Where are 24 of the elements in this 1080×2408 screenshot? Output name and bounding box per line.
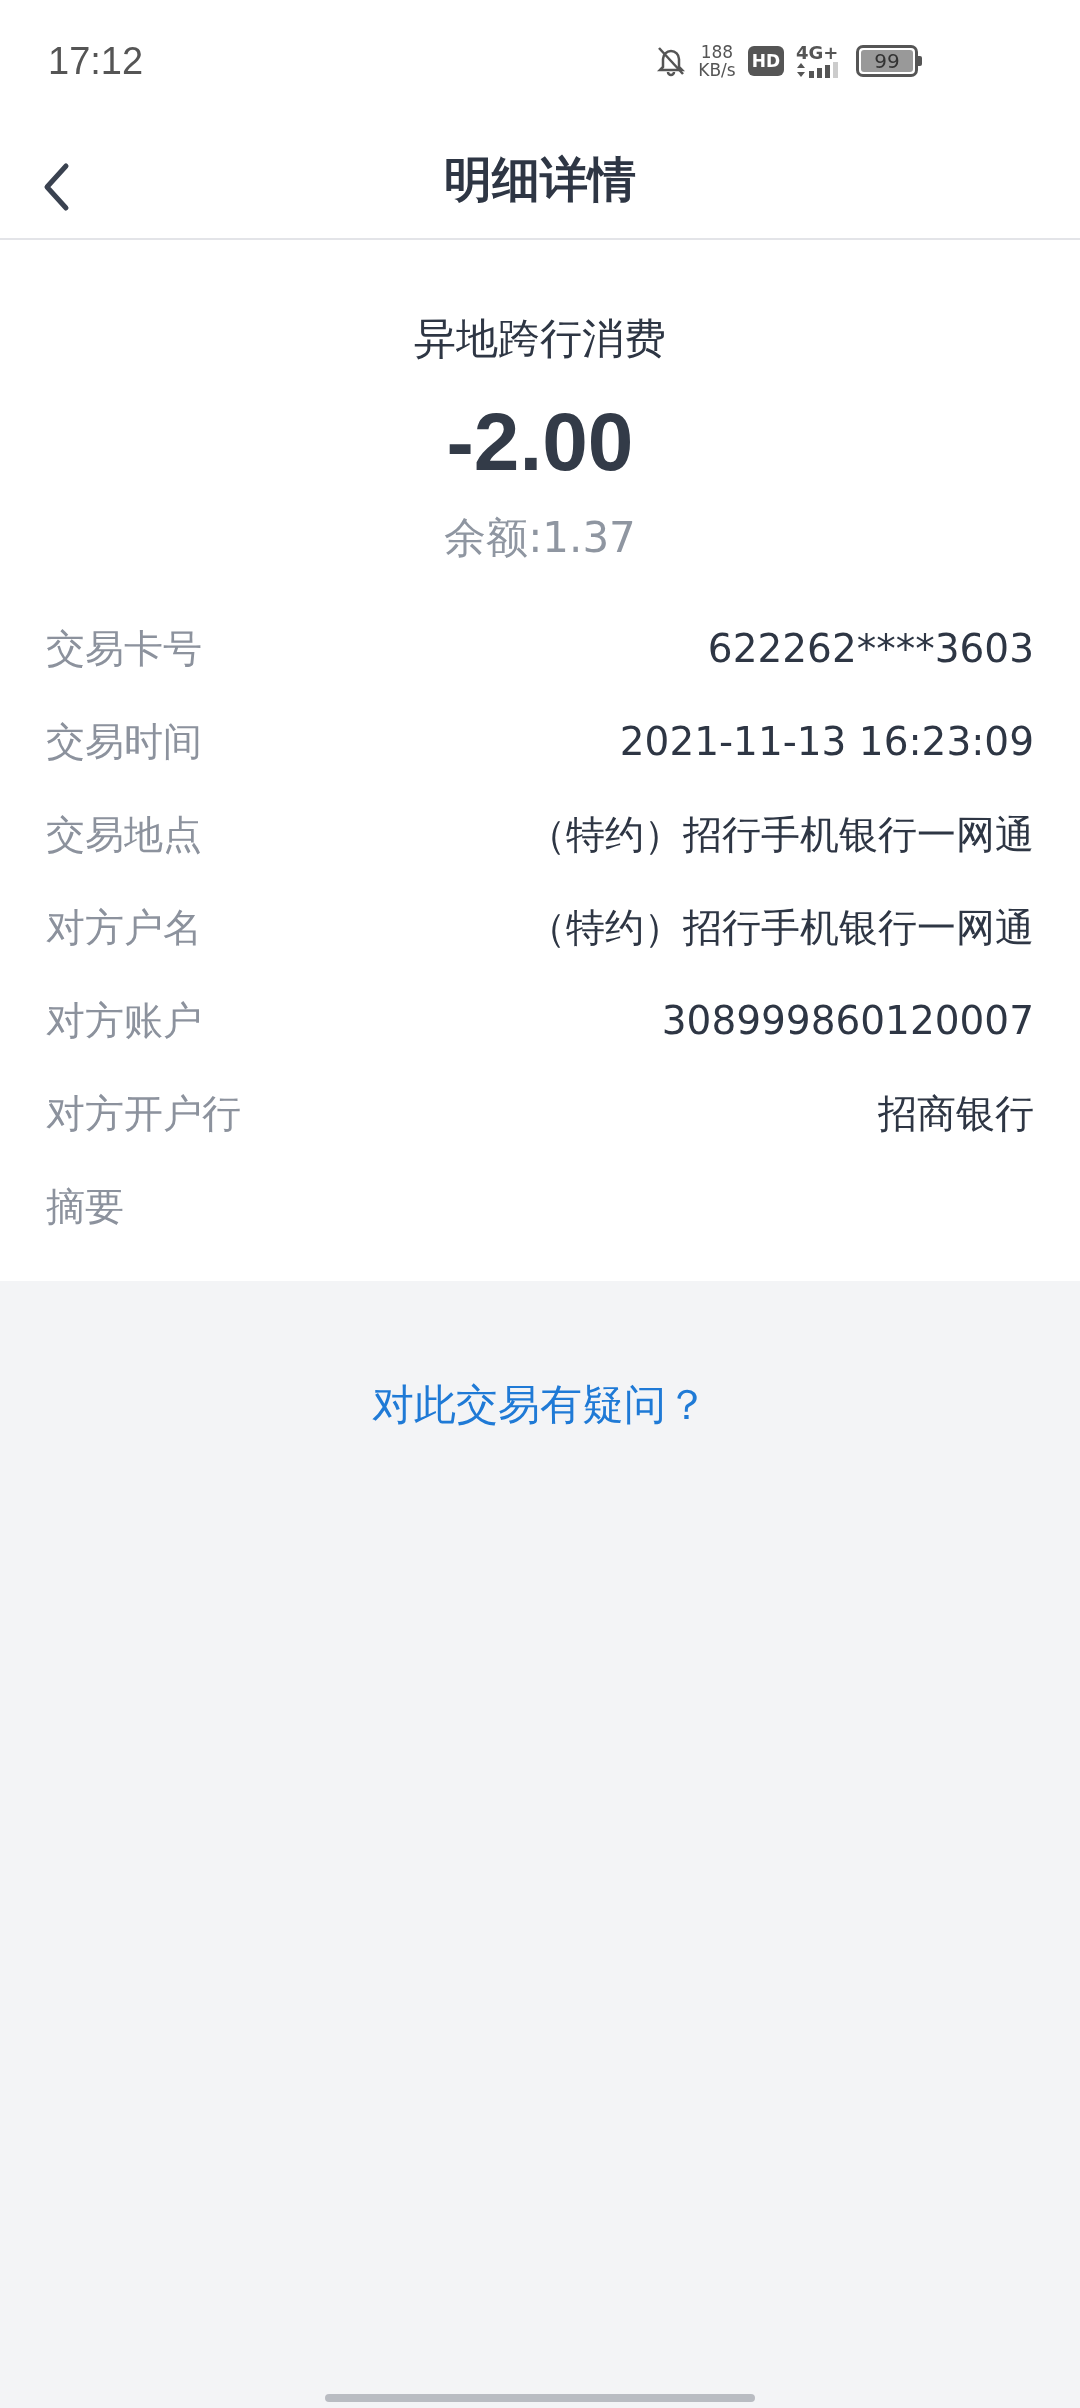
detail-value: （特约）招行手机银行一网通 [527,903,1034,952]
detail-label: 对方户名 [46,903,202,952]
page-title: 明细详情 [444,150,636,209]
detail-value: 招商银行 [878,1089,1034,1138]
detail-label: 交易时间 [46,717,202,766]
detail-value: （特约）招行手机银行一网通 [527,810,1034,859]
detail-value: 2021-11-13 16:23:09 [619,719,1034,764]
transaction-amount: -2.00 [446,395,634,489]
detail-value: 308999860120007 [661,998,1034,1043]
detail-value: 622262****3603 [707,626,1034,671]
net-speed-unit: KB/s [698,61,736,79]
hd-badge: HD [747,46,784,76]
detail-label: 交易卡号 [46,624,202,673]
detail-label: 摘要 [46,1182,124,1231]
transaction-type: 异地跨行消费 [414,314,666,364]
status-time: 17:12 [48,39,144,83]
balance-text: 余额:1.37 [444,512,636,564]
question-link[interactable]: 对此交易有疑问？ [372,1377,708,1437]
detail-label: 对方账户 [46,996,202,1045]
net-speed: 188 [700,43,734,61]
detail-label: 交易地点 [46,810,202,859]
network-type: 4G+ [796,44,839,62]
detail-label: 对方开户行 [46,1089,241,1138]
mute-bell-icon [656,45,687,77]
